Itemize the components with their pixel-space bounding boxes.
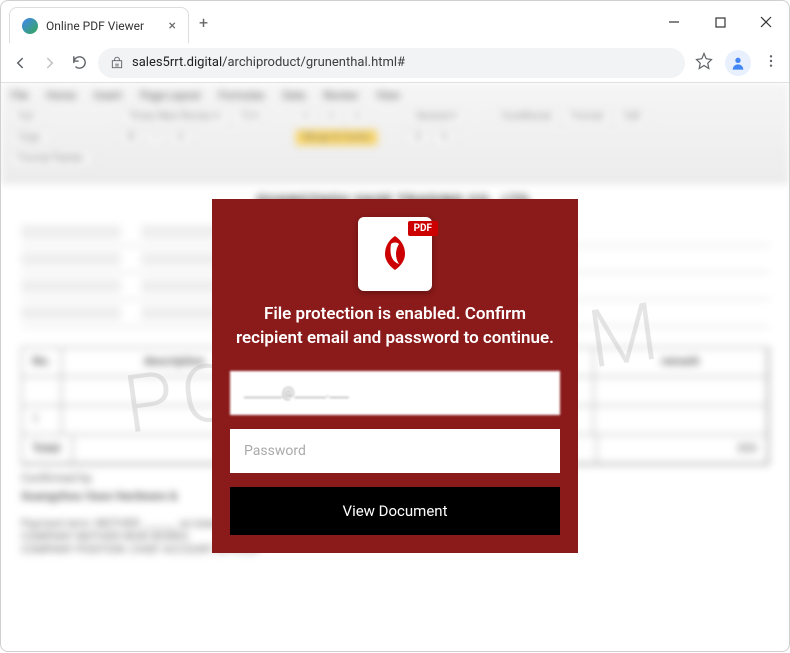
browser-tab[interactable]: Online PDF Viewer × xyxy=(9,7,189,43)
modal-message: File protection is enabled. Confirm reci… xyxy=(230,303,560,351)
tab-close-icon[interactable]: × xyxy=(169,18,176,34)
reload-button[interactable] xyxy=(71,54,88,71)
pdf-badge: PDF xyxy=(408,221,438,236)
credential-modal: PDF File protection is enabled. Confirm … xyxy=(212,199,578,553)
menu-icon[interactable] xyxy=(763,53,779,73)
url-field[interactable]: sales5rrt.digital/archiproduct/grunentha… xyxy=(98,48,685,78)
forward-button[interactable] xyxy=(41,54,59,72)
back-button[interactable] xyxy=(11,54,29,72)
url-text: sales5rrt.digital/archiproduct/grunentha… xyxy=(132,55,405,70)
address-bar: sales5rrt.digital/archiproduct/grunentha… xyxy=(1,43,789,83)
site-info-icon xyxy=(110,56,124,70)
view-document-button[interactable]: View Document xyxy=(230,487,560,535)
pdf-icon: PDF xyxy=(358,217,432,291)
titlebar: Online PDF Viewer × + xyxy=(1,1,789,43)
new-tab-button[interactable]: + xyxy=(199,13,208,32)
close-window-button[interactable] xyxy=(743,1,789,43)
minimize-button[interactable] xyxy=(651,1,697,43)
bookmark-icon[interactable] xyxy=(695,52,713,74)
maximize-button[interactable] xyxy=(697,1,743,43)
window-controls xyxy=(651,1,789,43)
favicon xyxy=(22,18,38,34)
tab-title: Online PDF Viewer xyxy=(46,19,161,33)
page-content: FileHomeInsertPage LayoutFormulasDataRev… xyxy=(1,83,789,653)
password-field[interactable] xyxy=(230,429,560,473)
email-field[interactable] xyxy=(230,371,560,415)
profile-avatar[interactable] xyxy=(725,50,751,76)
